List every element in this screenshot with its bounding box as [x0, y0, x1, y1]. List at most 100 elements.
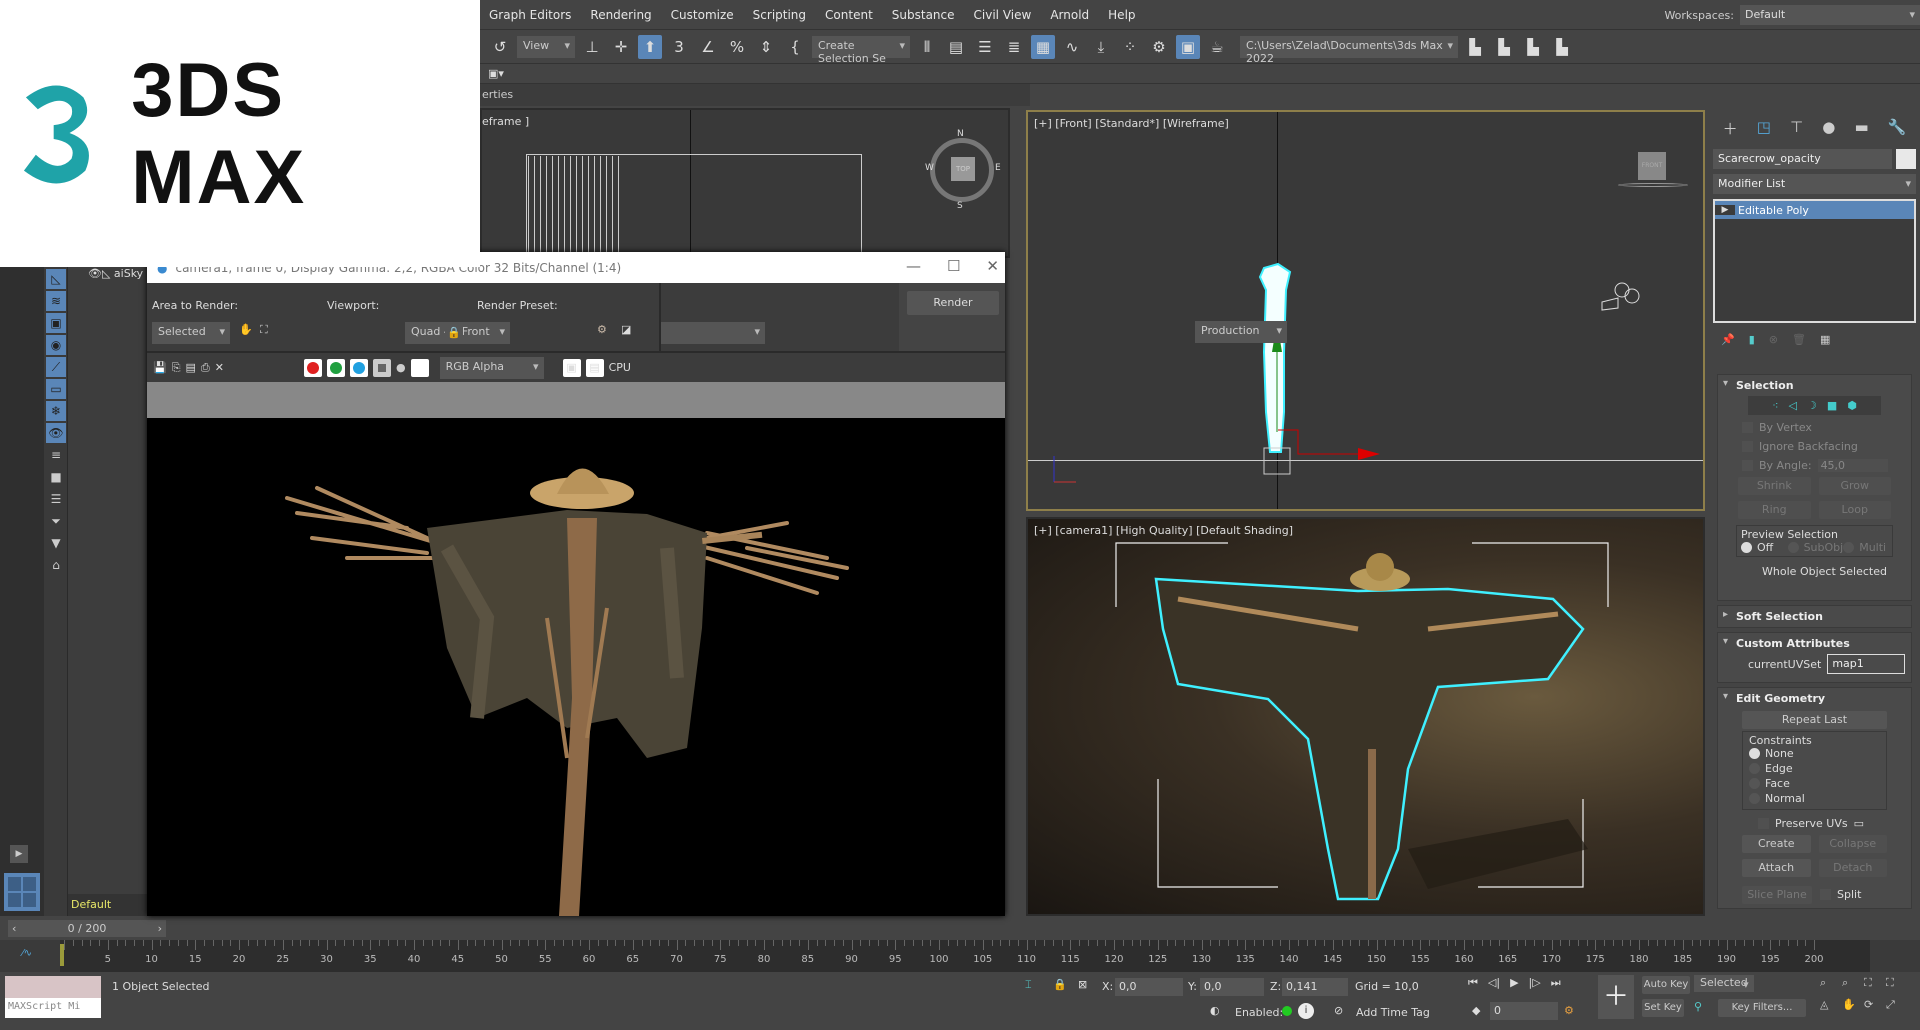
curve-editor-icon[interactable]: ∿ [1060, 35, 1084, 59]
next-frame-icon[interactable]: › [158, 922, 162, 935]
modifier-list-dropdown[interactable]: Modifier List [1713, 174, 1916, 194]
x-coordinate-field[interactable]: 0,0 [1115, 978, 1183, 996]
project-folder-dropdown[interactable]: C:\Users\Zelad\Documents\3ds Max 2022 [1240, 35, 1458, 65]
maximize-viewport-icon[interactable]: ⤢ [1886, 998, 1908, 1012]
preview-off-radio[interactable]: Off [1741, 541, 1788, 554]
z-coordinate-field[interactable]: 0,141 [1282, 978, 1348, 996]
auto-key-button[interactable]: Auto Key [1642, 976, 1690, 994]
time-config-icon[interactable]: ⚙ [1564, 1004, 1574, 1017]
detach-button[interactable]: Detach [1818, 859, 1887, 877]
explorer-item[interactable]: 👁◺ aiSky [88, 267, 143, 280]
edge-icon[interactable]: ◁ [1789, 399, 1797, 412]
select-manipulate-icon[interactable]: ⬆ [638, 34, 662, 59]
green-channel-toggle[interactable] [326, 358, 345, 377]
viewport-top-label[interactable]: eframe ] [482, 115, 529, 128]
display-containers-icon[interactable]: ▭ [46, 379, 66, 399]
modify-tab-icon[interactable]: ◳ [1757, 118, 1771, 139]
clear-icon[interactable]: ✕ [215, 361, 224, 374]
play-icon[interactable]: ▶ [1510, 976, 1518, 990]
menu-substance[interactable]: Substance [883, 8, 965, 22]
goto-start-icon[interactable]: ⏮ [1468, 976, 1478, 990]
object-name-field[interactable]: Scarecrow_opacity [1713, 149, 1892, 169]
render-preset-dropdown[interactable] [660, 322, 765, 344]
vertex-icon[interactable]: ⁖ [1772, 399, 1778, 412]
workspaces-dropdown[interactable]: Default [1740, 5, 1920, 25]
field-of-view-icon[interactable]: ◬ [1820, 998, 1842, 1012]
red-channel-toggle[interactable] [303, 358, 322, 377]
track-bar[interactable]: ⁄∿ 5 10 15 20 25 30 35 40 45 50 55 60 65 70 75 80 85 90 95… [0, 940, 1920, 972]
create-tab-icon[interactable]: ＋ [1723, 118, 1738, 139]
loop-button[interactable]: Loop [1818, 501, 1891, 519]
menu-help[interactable]: Help [1099, 8, 1145, 22]
material-editor-icon[interactable]: ⁘ [1118, 35, 1142, 59]
create-project-icon[interactable]: ▙ [1521, 35, 1545, 59]
select-none-icon[interactable]: ■ [46, 467, 66, 487]
named-selection-icon[interactable]: { [783, 35, 807, 59]
align-icon[interactable]: ▤ [944, 35, 968, 59]
constraint-normal-radio[interactable]: Normal [1749, 792, 1819, 805]
toggle-overlay-icon[interactable]: ▤ [585, 358, 604, 377]
schematic-icon[interactable]: ⤓ [1089, 35, 1113, 59]
copy-image-icon[interactable]: ⎘ [172, 361, 181, 375]
y-coordinate-field[interactable]: 0,0 [1200, 978, 1264, 996]
shrink-button[interactable]: Shrink [1738, 477, 1811, 495]
constraint-edge-radio[interactable]: Edge [1749, 762, 1819, 775]
environment-exposure-icon[interactable]: ◪ [621, 323, 631, 336]
close-button[interactable]: ✕ [986, 257, 999, 275]
render-mode-dropdown[interactable]: Production [1195, 321, 1287, 343]
constraint-none-radio[interactable]: None [1749, 747, 1819, 760]
menu-customize[interactable]: Customize [662, 8, 744, 22]
toggle-ui-icon[interactable]: ▣ [562, 358, 581, 377]
info-icon[interactable]: i [1298, 1003, 1314, 1019]
menu-rendering[interactable]: Rendering [581, 8, 661, 22]
menu-civil-view[interactable]: Civil View [965, 8, 1042, 22]
filter-settings-icon[interactable]: ⏷ [46, 511, 66, 531]
menu-arnold[interactable]: Arnold [1041, 8, 1099, 22]
background-color-swatch[interactable] [410, 358, 429, 377]
enabled-indicator[interactable] [1282, 1006, 1292, 1016]
hierarchy-tab-icon[interactable]: ⊤ [1790, 118, 1803, 139]
viewport-layout-icon[interactable]: ▣▾ [488, 67, 504, 80]
display-tab-icon[interactable]: ▬ [1854, 118, 1868, 139]
preview-multi-radio[interactable]: Multi [1843, 541, 1888, 554]
select-all-icon[interactable]: ≡ [46, 445, 66, 465]
selection-lock-icon[interactable]: 🔒 [1053, 978, 1067, 991]
current-frame-field[interactable]: 0 [1490, 1002, 1558, 1020]
by-vertex-checkbox[interactable]: By Vertex [1742, 418, 1911, 437]
set-key-big-button[interactable]: ＋ [1598, 975, 1634, 1019]
isolate-icon[interactable]: ⌶ [1025, 978, 1032, 992]
settings-icon[interactable]: ▭ [1854, 817, 1864, 830]
attach-button[interactable]: Attach [1742, 859, 1811, 877]
save-image-icon[interactable]: 💾 [153, 361, 167, 374]
curve-editor-mini-icon[interactable]: ⁄∿ [22, 948, 32, 959]
display-bones-icon[interactable]: ⟋ [46, 357, 66, 377]
display-shapes-icon[interactable]: ◺ [46, 269, 66, 289]
monochrome-icon[interactable]: ● [396, 361, 406, 374]
render-setup-icon[interactable]: ⚙ [1147, 35, 1171, 59]
create-button[interactable]: Create [1742, 835, 1811, 853]
menu-scripting[interactable]: Scripting [744, 8, 816, 22]
spinner-snap-icon[interactable]: ⇕ [754, 35, 778, 59]
adaptive-degradation-icon[interactable]: ◐ [1210, 1004, 1220, 1017]
viewport-top[interactable]: eframe ] TOP N S W E [480, 108, 1010, 264]
next-key-icon[interactable]: |▷ [1529, 976, 1541, 990]
menu-graph-editors[interactable]: Graph Editors [480, 8, 581, 22]
clone-window-icon[interactable]: ▤ [186, 361, 196, 374]
invert-selection-icon[interactable]: ☰ [46, 489, 66, 509]
utilities-tab-icon[interactable]: 🔧 [1888, 118, 1907, 139]
repeat-last-button[interactable]: Repeat Last [1742, 711, 1887, 729]
render-button[interactable]: Render [907, 291, 999, 315]
area-to-render-dropdown[interactable]: Selected [152, 322, 230, 344]
layer-field[interactable]: Default [68, 894, 148, 916]
zoom-all-icon[interactable]: ⌕ [1842, 976, 1864, 990]
orbit-icon[interactable]: ⟳ [1864, 998, 1886, 1012]
pin-stack-icon[interactable]: 📌 [1721, 333, 1735, 346]
constraint-face-radio[interactable]: Face [1749, 777, 1819, 790]
project-settings-icon[interactable]: ▙ [1550, 35, 1574, 59]
maxscript-mini-listener[interactable]: MAXScript Mi [5, 998, 101, 1018]
prev-key-icon[interactable]: ◁| [1488, 976, 1500, 990]
element-icon[interactable]: ⬢ [1847, 399, 1857, 412]
set-key-button[interactable]: Set Key [1642, 999, 1684, 1017]
alpha-channel-toggle[interactable] [372, 358, 391, 377]
print-icon[interactable]: ⎙ [201, 361, 210, 375]
